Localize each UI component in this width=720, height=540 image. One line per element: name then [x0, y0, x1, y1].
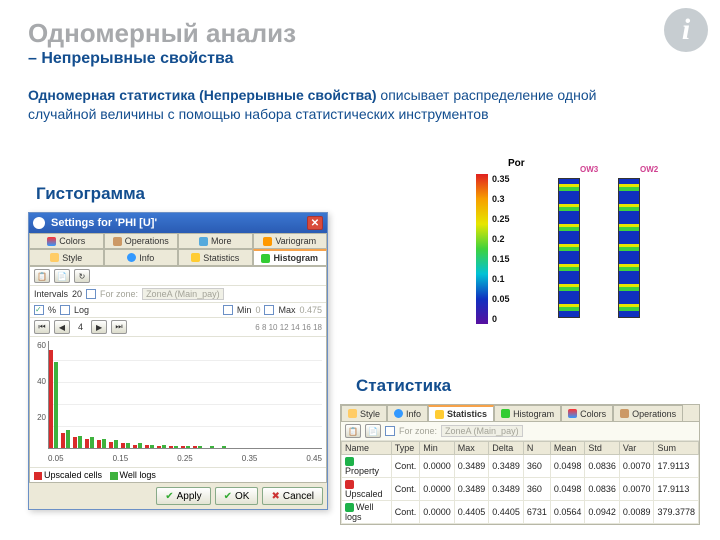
- tab-colors[interactable]: Colors: [29, 233, 104, 248]
- export-icon[interactable]: 📄: [365, 424, 381, 438]
- histogram-label: Гистограмма: [36, 184, 145, 204]
- dialog-title: Settings for 'PHI [U]': [51, 217, 157, 229]
- min-field[interactable]: 0: [255, 305, 260, 315]
- tab-statistics[interactable]: Statistics: [178, 249, 253, 265]
- refresh-icon[interactable]: ↻: [74, 269, 90, 283]
- y-axis: 604020: [32, 341, 46, 449]
- max-field[interactable]: 0.475: [299, 305, 322, 315]
- next-icon[interactable]: ▶: [91, 320, 107, 334]
- colorbar-title: Por: [508, 158, 525, 169]
- min-checkbox[interactable]: [223, 305, 233, 315]
- stat-toolbar: 📋 📄 For zone: ZoneA (Main_pay): [341, 422, 699, 441]
- chart-legend: Upscaled cells Well logs: [30, 467, 326, 482]
- stat-tab-operations[interactable]: Operations: [613, 405, 683, 421]
- stat-forzone-checkbox[interactable]: [385, 426, 395, 436]
- tab-info[interactable]: Info: [104, 249, 179, 265]
- more-icon: [199, 237, 208, 246]
- dialog-icon: [33, 217, 45, 229]
- log-checkbox[interactable]: [60, 305, 70, 315]
- stat-tab-histogram[interactable]: Histogram: [494, 405, 561, 421]
- table-row[interactable]: PropertyCont.0.00000.34890.34893600.0498…: [342, 455, 699, 478]
- histogram-icon: [261, 254, 270, 263]
- tab-row-bottom: Style Info Statistics Histogram: [29, 249, 327, 266]
- histogram-chart: 604020 0.050.150.250.350.45: [30, 337, 326, 467]
- stat-tab-info[interactable]: Info: [387, 405, 428, 421]
- forzone-checkbox[interactable]: [86, 289, 96, 299]
- histogram-icon: [501, 409, 510, 418]
- settings-dialog: Settings for 'PHI [U]' ✕ Colors Operatio…: [28, 212, 328, 510]
- description: Одномерная статистика (Непрерывные свойс…: [28, 86, 648, 124]
- toolbar-row: 📋 📄 ↻: [30, 267, 326, 286]
- tab-operations[interactable]: Operations: [104, 233, 179, 248]
- brand-logo: i: [664, 8, 708, 52]
- prev-icon[interactable]: ◀: [54, 320, 70, 334]
- statistics-table: NameTypeMinMaxDeltaNMeanStdVarSum Proper…: [341, 441, 699, 524]
- stat-tab-style[interactable]: Style: [341, 405, 387, 421]
- well-label-2: OW2: [638, 164, 660, 175]
- pager-row: ⏮ ◀ 4 ▶ ⏭ 6 8 10 12 14 16 18: [30, 318, 326, 337]
- last-icon[interactable]: ⏭: [111, 320, 127, 334]
- operations-icon: [620, 409, 629, 418]
- table-row[interactable]: UpscaledCont.0.00000.34890.34893600.0498…: [342, 478, 699, 501]
- stat-tab-row: Style Info Statistics Histogram Colors O…: [341, 405, 699, 422]
- color-bar: [476, 174, 488, 324]
- copy-icon[interactable]: 📋: [34, 269, 50, 283]
- style-icon: [50, 253, 59, 262]
- histogram-panel: 📋 📄 ↻ Intervals 20 For zone: ZoneA (Main…: [29, 266, 327, 483]
- dialog-titlebar[interactable]: Settings for 'PHI [U]' ✕: [29, 213, 327, 233]
- info-icon: [394, 409, 403, 418]
- operations-icon: [113, 237, 122, 246]
- colors-icon: [47, 237, 56, 246]
- options-row: % Log Min 0 Max 0.475: [30, 303, 326, 318]
- max-checkbox[interactable]: [264, 305, 274, 315]
- copy-icon[interactable]: 📋: [345, 424, 361, 438]
- stat-forzone-value: ZoneA (Main_pay): [441, 425, 523, 437]
- intervals-field[interactable]: 20: [72, 289, 82, 299]
- table-row[interactable]: Well logsCont.0.00000.44050.440567310.05…: [342, 501, 699, 524]
- statistics-icon: [435, 410, 444, 419]
- apply-button[interactable]: ✔Apply: [156, 487, 210, 505]
- statistics-panel: Style Info Statistics Histogram Colors O…: [340, 404, 700, 525]
- page-title: Одномерный анализ: [28, 18, 296, 49]
- action-icon[interactable]: 📄: [54, 269, 70, 283]
- info-icon: [127, 253, 136, 262]
- tab-style[interactable]: Style: [29, 249, 104, 265]
- tab-histogram[interactable]: Histogram: [253, 249, 328, 265]
- first-icon[interactable]: ⏮: [34, 320, 50, 334]
- colorbar-visualization: Por 0.350.30.250.20.150.10.050 OW3 OW2: [416, 158, 676, 338]
- forzone-value: ZoneA (Main_pay): [142, 288, 224, 300]
- page-subtitle: – Непрерывные свойства: [28, 50, 233, 68]
- colors-icon: [568, 409, 577, 418]
- stat-tab-colors[interactable]: Colors: [561, 405, 613, 421]
- intervals-label: Intervals: [34, 289, 68, 299]
- cancel-button[interactable]: ✖Cancel: [262, 487, 323, 505]
- tab-variogram[interactable]: Variogram: [253, 233, 328, 248]
- colorbar-ticks: 0.350.30.250.20.150.10.050: [492, 174, 510, 324]
- close-icon[interactable]: ✕: [307, 216, 323, 230]
- x-axis: 0.050.150.250.350.45: [48, 454, 322, 463]
- dialog-footer: ✔Apply ✔OK ✖Cancel: [29, 483, 327, 509]
- well-column-2: [618, 178, 640, 318]
- tab-row-top: Colors Operations More Variogram: [29, 233, 327, 249]
- well-column-1: [558, 178, 580, 318]
- variogram-icon: [263, 237, 272, 246]
- forzone-label: For zone:: [100, 289, 138, 299]
- statistics-label: Статистика: [356, 376, 451, 396]
- stat-tab-statistics[interactable]: Statistics: [428, 405, 494, 421]
- percent-checkbox[interactable]: [34, 305, 44, 315]
- statistics-icon: [191, 253, 200, 262]
- ok-button[interactable]: ✔OK: [215, 487, 259, 505]
- well-label-1: OW3: [578, 164, 600, 175]
- style-icon: [348, 409, 357, 418]
- intervals-row: Intervals 20 For zone: ZoneA (Main_pay): [30, 286, 326, 303]
- tab-more[interactable]: More: [178, 233, 253, 248]
